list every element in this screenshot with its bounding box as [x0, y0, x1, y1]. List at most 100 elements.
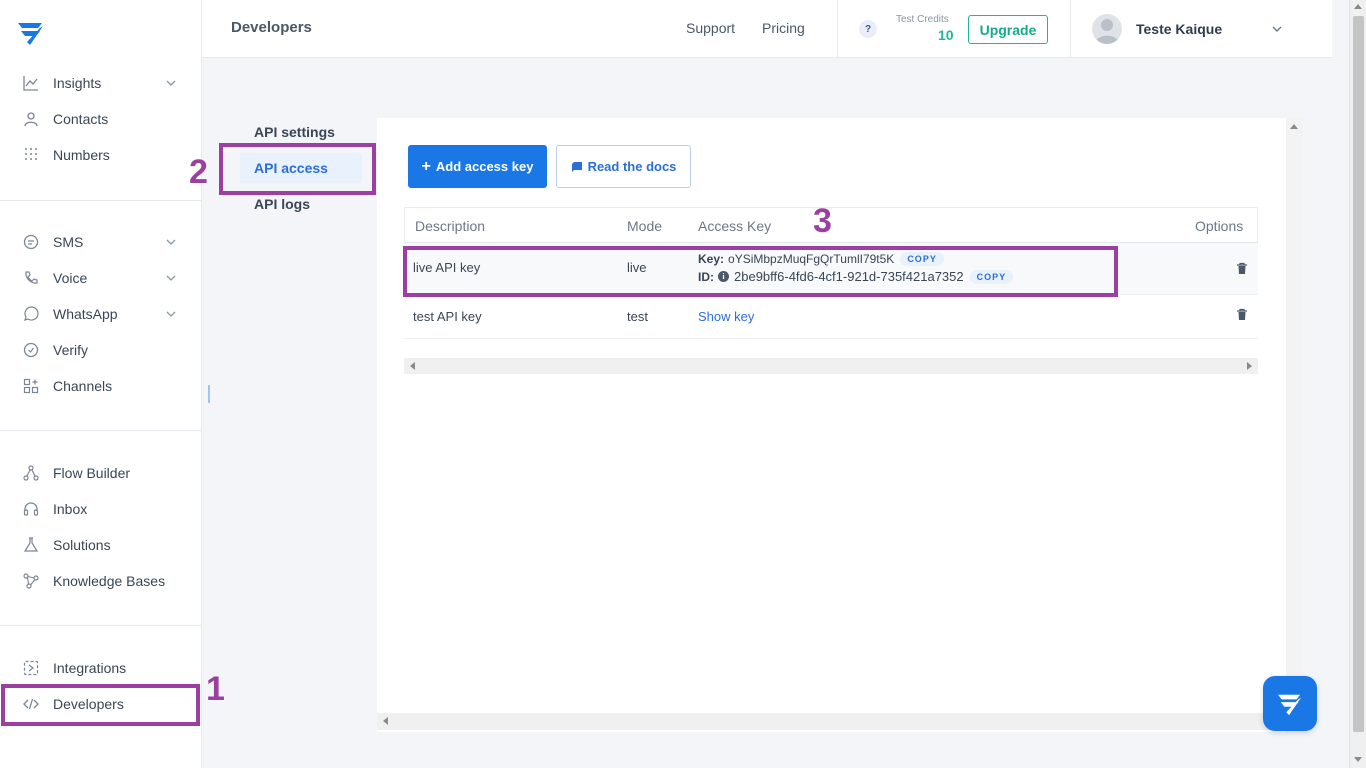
nav-group-dev: Integrations Developers [0, 650, 201, 722]
integration-icon [22, 659, 40, 677]
nav-group-primary: Insights Contacts Numbers [0, 65, 201, 173]
scroll-right-arrow-icon[interactable] [1247, 362, 1252, 370]
key-value: oYSiMbpzMuqFgQrTumlI79t5K [728, 252, 895, 266]
sidebar-resize-handle[interactable] [208, 385, 210, 403]
scroll-left-arrow-icon[interactable] [410, 362, 415, 370]
trash-icon[interactable] [1236, 308, 1248, 321]
messagebird-logo[interactable] [16, 20, 46, 46]
table-row: test API key test Show key [404, 295, 1258, 339]
upgrade-button[interactable]: Upgrade [968, 15, 1048, 44]
sidebar-item-flow-builder[interactable]: Flow Builder [0, 455, 201, 491]
show-key-link[interactable]: Show key [698, 309, 754, 324]
sidebar-item-label: Flow Builder [53, 465, 131, 481]
subnav-api-settings[interactable]: API settings [240, 117, 362, 147]
user-name[interactable]: Teste Kaique [1136, 21, 1222, 37]
chevron-down-icon [166, 275, 176, 281]
sidebar-item-label: WhatsApp [53, 306, 118, 322]
book-icon [571, 161, 582, 172]
help-button[interactable]: ? [859, 20, 877, 38]
copy-id-button[interactable]: COPY [969, 269, 1014, 284]
credits-label: Test Credits [896, 14, 949, 25]
topbar-divider [837, 0, 838, 58]
pricing-link[interactable]: Pricing [762, 20, 805, 36]
annotation-number-2: 2 [189, 153, 208, 191]
add-access-key-label: Add access key [435, 159, 534, 174]
annotation-number-3: 3 [813, 202, 832, 240]
flask-icon [22, 536, 40, 554]
column-header-access-key: Access Key [698, 218, 772, 234]
key-line: Key: oYSiMbpzMuqFgQrTumlI79t5K COPY [698, 252, 944, 266]
scroll-down-arrow-icon[interactable] [1354, 757, 1362, 762]
graph-nodes-icon [22, 572, 40, 590]
sidebar-item-label: Insights [53, 75, 102, 91]
table-horizontal-scrollbar[interactable] [404, 358, 1258, 374]
nav-group-tools: Flow Builder Inbox Solutions Knowledge B… [0, 455, 201, 599]
sidebar-item-voice[interactable]: Voice [0, 260, 201, 296]
card-vertical-scrollbar[interactable] [1286, 118, 1303, 732]
whatsapp-icon [22, 305, 40, 323]
scroll-up-arrow-icon[interactable] [1290, 124, 1298, 129]
read-docs-button[interactable]: Read the docs [556, 145, 691, 188]
add-access-key-button[interactable]: + Add access key [408, 145, 547, 188]
page-title: Developers [231, 19, 312, 36]
headset-icon [22, 500, 40, 518]
dialpad-icon [22, 146, 40, 164]
chevron-down-icon [166, 239, 176, 245]
sidebar-divider [0, 625, 201, 626]
card-horizontal-scrollbar[interactable] [377, 713, 1286, 730]
scroll-left-arrow-icon[interactable] [383, 717, 388, 725]
sidebar-item-integrations[interactable]: Integrations [0, 650, 201, 686]
subnav-api-access[interactable]: API access [240, 153, 362, 183]
subnav-api-logs[interactable]: API logs [240, 189, 362, 219]
avatar[interactable] [1092, 14, 1122, 44]
sidebar-item-label: Contacts [53, 111, 109, 127]
chat-widget-button[interactable] [1263, 676, 1317, 731]
nav-group-channels: SMS Voice WhatsApp Verify Channels [0, 224, 201, 404]
sidebar-item-insights[interactable]: Insights [0, 65, 201, 101]
sidebar-item-solutions[interactable]: Solutions [0, 527, 201, 563]
row-mode: test [627, 309, 648, 324]
credits-value: 10 [938, 27, 954, 43]
sidebar-item-label: Verify [53, 342, 89, 358]
sidebar-item-label: Developers [53, 696, 124, 712]
table-row: live API key live Key: oYSiMbpzMuqFgQrTu… [404, 243, 1258, 295]
flow-icon [22, 464, 40, 482]
chat-bubble-icon [22, 233, 40, 251]
copy-key-button[interactable]: COPY [900, 252, 944, 266]
row-description: live API key [413, 260, 481, 275]
messagebird-icon [1278, 694, 1302, 715]
annotation-number-1: 1 [206, 670, 225, 708]
sidebar-item-sms[interactable]: SMS [0, 224, 201, 260]
sidebar-item-label: Numbers [53, 147, 110, 163]
support-link[interactable]: Support [686, 20, 735, 36]
id-line: ID: i 2be9bff6-4fd6-4cf1-921d-735f421a73… [698, 269, 1014, 284]
chevron-down-icon [166, 311, 176, 317]
key-label: Key: [698, 252, 725, 266]
chart-line-icon [22, 74, 40, 92]
id-label: ID: [698, 269, 714, 284]
grid-plus-icon [22, 377, 40, 395]
chevron-down-icon[interactable] [1271, 23, 1283, 35]
phone-icon [22, 269, 40, 287]
sidebar-item-inbox[interactable]: Inbox [0, 491, 201, 527]
sidebar-item-label: Channels [53, 378, 113, 394]
sidebar-item-developers[interactable]: Developers [0, 686, 201, 722]
sidebar-item-numbers[interactable]: Numbers [0, 137, 201, 173]
trash-icon[interactable] [1236, 262, 1248, 275]
sidebar-item-contacts[interactable]: Contacts [0, 101, 201, 137]
sidebar-item-knowledge-bases[interactable]: Knowledge Bases [0, 563, 201, 599]
info-icon[interactable]: i [718, 271, 729, 282]
column-header-mode: Mode [627, 218, 663, 234]
sidebar-item-label: Integrations [53, 660, 127, 676]
sidebar-item-label: Knowledge Bases [53, 573, 166, 589]
plus-icon: + [421, 157, 431, 175]
scroll-up-arrow-icon[interactable] [1354, 4, 1362, 9]
page-scrollbar[interactable] [1349, 0, 1366, 768]
sidebar-item-verify[interactable]: Verify [0, 332, 201, 368]
scroll-thumb[interactable] [1353, 16, 1364, 732]
user-icon [22, 110, 40, 128]
sidebar-item-label: Inbox [53, 501, 88, 517]
code-icon [22, 695, 40, 713]
sidebar-item-whatsapp[interactable]: WhatsApp [0, 296, 201, 332]
sidebar-item-channels[interactable]: Channels [0, 368, 201, 404]
